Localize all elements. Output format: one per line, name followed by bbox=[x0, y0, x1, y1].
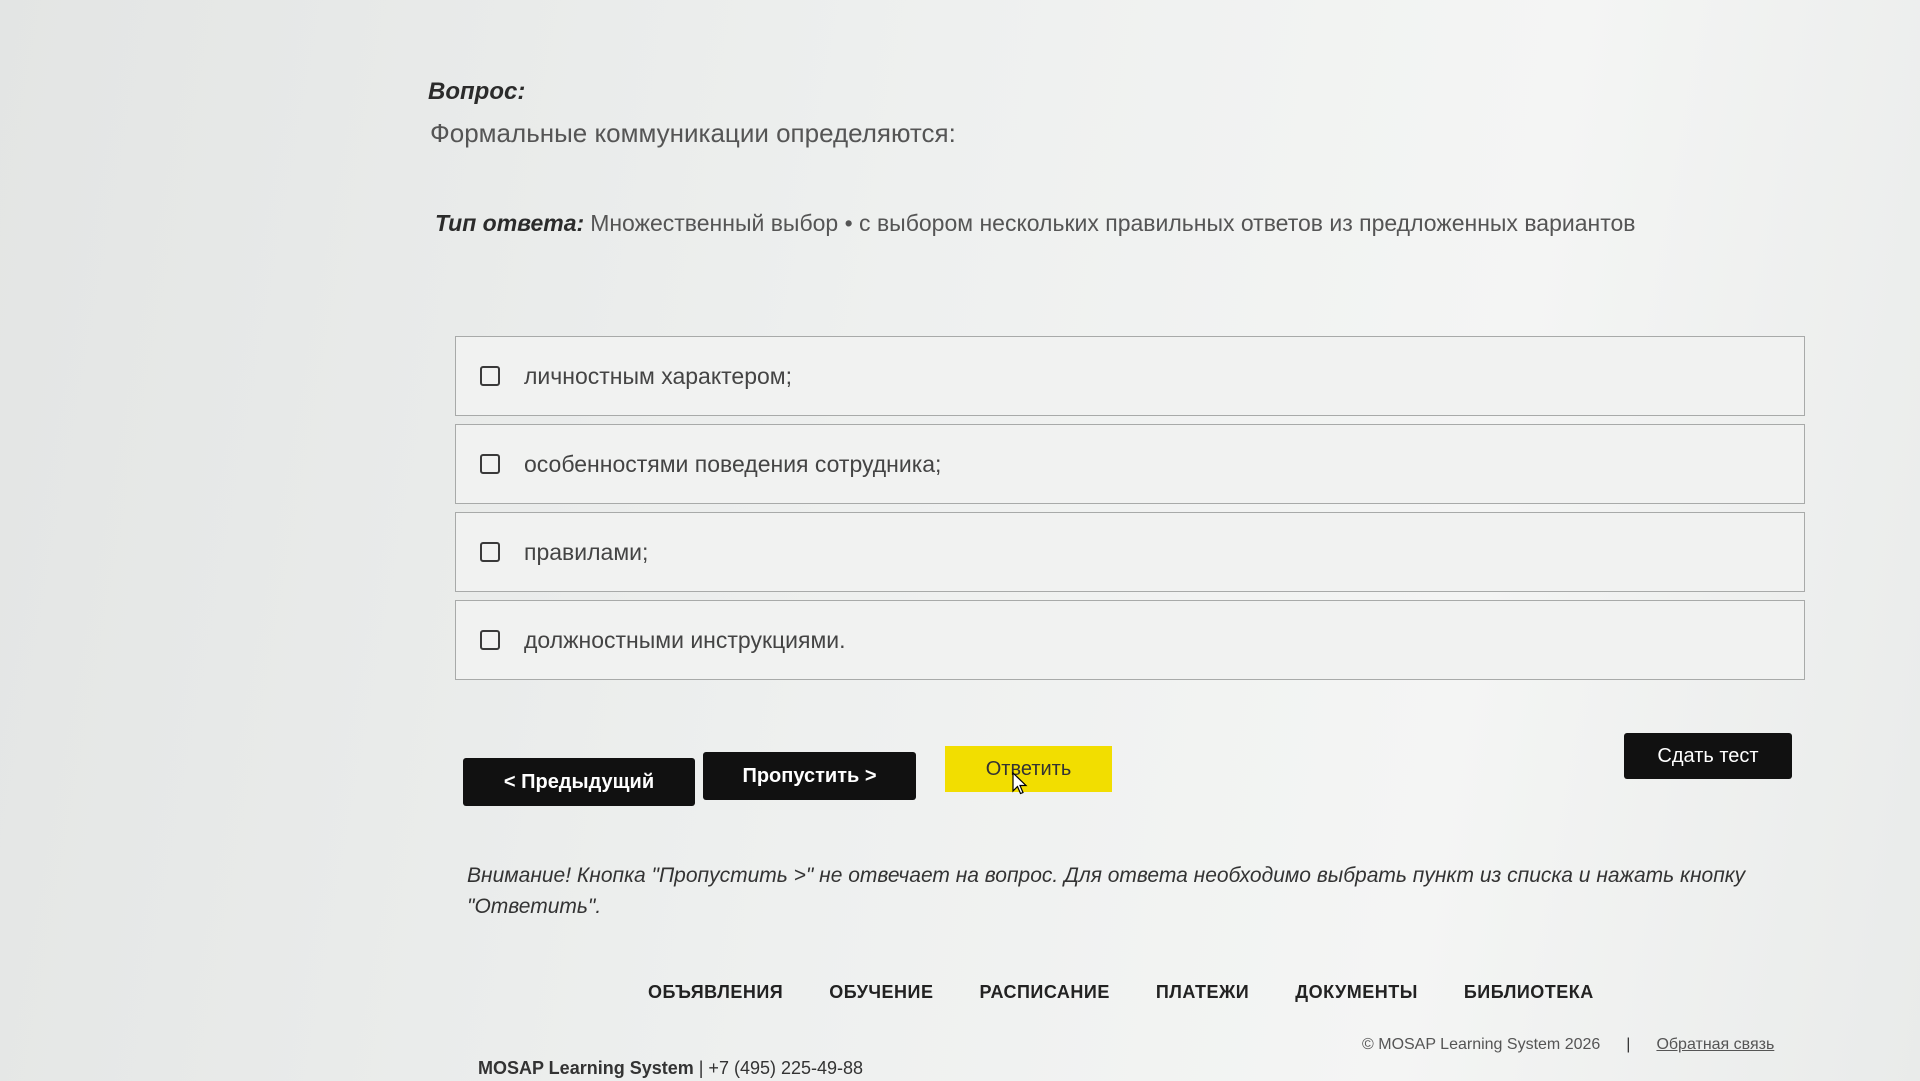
nav-item-library[interactable]: БИБЛИОТЕКА bbox=[1464, 982, 1594, 1003]
checkbox[interactable] bbox=[480, 454, 500, 474]
previous-button[interactable]: < Предыдущий bbox=[463, 758, 695, 806]
footer-separator: | bbox=[1626, 1036, 1631, 1053]
answer-button[interactable]: Ответить bbox=[945, 746, 1112, 792]
nav-item-schedule[interactable]: РАСПИСАНИЕ bbox=[980, 982, 1110, 1003]
notice-text: Внимание! Кнопка "Пропустить >" не отвеч… bbox=[467, 864, 1746, 918]
option-item[interactable]: должностными инструкциями. bbox=[455, 600, 1805, 680]
footer-nav: ОБЪЯВЛЕНИЯ ОБУЧЕНИЕ РАСПИСАНИЕ ПЛАТЕЖИ Д… bbox=[648, 982, 1594, 1003]
answer-type-value: Множественный выбор • с выбором нескольк… bbox=[590, 210, 1636, 236]
mouse-cursor-icon bbox=[1012, 772, 1028, 795]
submit-test-button[interactable]: Сдать тест bbox=[1624, 733, 1792, 779]
checkbox[interactable] bbox=[480, 542, 500, 562]
footer-phone: | +7 (495) 225-49-88 bbox=[698, 1058, 864, 1078]
checkbox[interactable] bbox=[480, 630, 500, 650]
option-item[interactable]: личностным характером; bbox=[455, 336, 1805, 416]
option-item[interactable]: правилами; bbox=[455, 512, 1805, 592]
option-label: должностными инструкциями. bbox=[524, 626, 846, 653]
answer-type: Тип ответа: Множественный выбор • с выбор… bbox=[435, 210, 1636, 237]
option-label: правилами; bbox=[524, 538, 649, 565]
nav-item-learning[interactable]: ОБУЧЕНИЕ bbox=[829, 982, 933, 1003]
answer-type-label: Тип ответа: bbox=[435, 210, 585, 236]
footer-brand: MOSAP Learning System bbox=[478, 1058, 694, 1078]
skip-button[interactable]: Пропустить > bbox=[703, 752, 916, 800]
footer-contacts: MOSAP Learning System | +7 (495) 225-49-… bbox=[478, 1058, 863, 1079]
test-page: Вопрос: Формальные коммуникации определя… bbox=[0, 0, 1920, 1081]
checkbox[interactable] bbox=[480, 366, 500, 386]
option-item[interactable]: особенностями поведения сотрудника; bbox=[455, 424, 1805, 504]
question-label: Вопрос: bbox=[428, 78, 526, 105]
nav-item-announcements[interactable]: ОБЪЯВЛЕНИЯ bbox=[648, 982, 783, 1003]
footer-meta: © MOSAP Learning System 2026 | Обратная св… bbox=[1362, 1036, 1774, 1054]
option-label: личностным характером; bbox=[524, 362, 793, 389]
question-text: Формальные коммуникации определяются: bbox=[430, 118, 956, 148]
options-list: личностным характером; особенностями пов… bbox=[455, 336, 1805, 688]
option-label: особенностями поведения сотрудника; bbox=[524, 450, 942, 477]
nav-item-documents[interactable]: ДОКУМЕНТЫ bbox=[1295, 982, 1418, 1003]
nav-item-payments[interactable]: ПЛАТЕЖИ bbox=[1156, 982, 1249, 1003]
feedback-link[interactable]: Обратная связь bbox=[1656, 1036, 1774, 1053]
copyright: © MOSAP Learning System 2026 bbox=[1362, 1036, 1601, 1053]
